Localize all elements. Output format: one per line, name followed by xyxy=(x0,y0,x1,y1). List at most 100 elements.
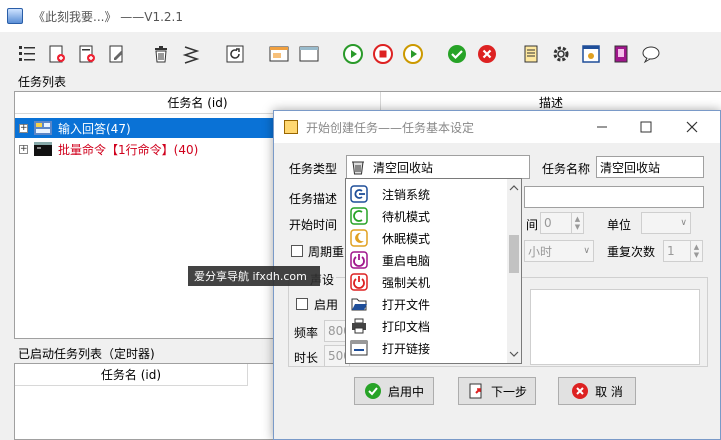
task-name-value: 清空回收站 xyxy=(600,160,661,175)
next-button[interactable]: 下一步 xyxy=(458,377,536,405)
chevron-down-icon: ∨ xyxy=(680,218,687,228)
window-icon[interactable] xyxy=(266,41,292,67)
notes-icon[interactable] xyxy=(518,41,544,67)
restart-icon xyxy=(350,251,368,269)
repeat-spinner[interactable]: ▲ ▼ xyxy=(690,241,702,261)
task-list-label: 任务列表 xyxy=(16,73,69,90)
hour-value: 小时 xyxy=(528,244,553,259)
enable-button-label: 启用中 xyxy=(387,384,424,399)
start-time-label: 开始时间 xyxy=(289,218,338,232)
dropdown-item-label: 强制关机 xyxy=(382,275,431,290)
duration-label: 时长 xyxy=(294,351,319,365)
edit-icon[interactable] xyxy=(104,41,130,67)
book-icon[interactable] xyxy=(608,41,634,67)
dropdown-item-label: 注销系统 xyxy=(382,187,431,202)
stop-icon[interactable] xyxy=(370,41,396,67)
interval-spinner[interactable]: ▲ ▼ xyxy=(571,213,583,233)
watermark: 爱分享导航 ifxdh.com xyxy=(188,266,320,286)
add-doc-red-icon[interactable] xyxy=(74,41,100,67)
unit-select[interactable]: ∨ xyxy=(641,212,691,234)
task-type-label: 任务类型 xyxy=(289,162,338,176)
dropdown-item-label: 休眠模式 xyxy=(382,231,431,246)
dropdown-item[interactable]: 待机模式 xyxy=(346,205,509,227)
unit-label: 单位 xyxy=(607,218,632,232)
dropdown-item[interactable]: 打印文档 xyxy=(346,315,509,337)
next-doc-icon xyxy=(469,383,482,399)
sound-text-area[interactable] xyxy=(530,289,700,365)
dropdown-item-label: 打开文件 xyxy=(382,297,431,312)
open-file-icon xyxy=(351,298,367,311)
scroll-down-icon[interactable] xyxy=(507,349,521,359)
dialog-title: 开始创建任务——任务基本设定 xyxy=(306,120,475,135)
interval-input[interactable]: 0 ▲ ▼ xyxy=(540,212,584,234)
dropdown-item[interactable]: 打开文件 xyxy=(346,293,509,315)
sound-enable-checkbox[interactable] xyxy=(296,298,308,310)
dropdown-scrollbar[interactable] xyxy=(507,179,521,363)
task-desc-input[interactable] xyxy=(524,186,704,208)
dropdown-item[interactable]: 打开链接 xyxy=(346,337,509,359)
chat-icon[interactable] xyxy=(638,41,664,67)
toolbar xyxy=(0,36,721,72)
repeat-value: 1 xyxy=(667,244,675,258)
delete-icon[interactable] xyxy=(148,41,174,67)
enable-button[interactable]: 启用中 xyxy=(354,377,434,405)
play-alt-icon[interactable] xyxy=(400,41,426,67)
play-icon[interactable] xyxy=(340,41,366,67)
cmd-task-icon xyxy=(34,142,52,156)
app-icon xyxy=(7,8,23,24)
cancel-icon[interactable] xyxy=(474,41,500,67)
close-icon[interactable] xyxy=(684,119,700,135)
dialog-titlebar: 开始创建任务——任务基本设定 xyxy=(274,111,720,143)
clear-icon[interactable] xyxy=(178,41,204,67)
freq-label: 频率 xyxy=(294,326,319,340)
dialog-icon xyxy=(284,120,298,134)
dropdown-item[interactable]: 休眠模式 xyxy=(346,227,509,249)
col-active-task-name[interactable]: 任务名 (id) xyxy=(15,364,247,386)
interval-value: 0 xyxy=(544,216,552,230)
dropdown-item[interactable]: 重启电脑 xyxy=(346,249,509,271)
cancel-button-label: 取 消 xyxy=(595,384,623,399)
maximize-icon[interactable] xyxy=(638,119,654,135)
minimize-icon[interactable] xyxy=(594,119,610,135)
recycle-bin-icon xyxy=(352,161,364,175)
cancel-x-icon xyxy=(572,383,589,399)
list-icon[interactable] xyxy=(14,41,40,67)
scroll-up-icon[interactable] xyxy=(507,183,521,193)
scrollbar-thumb[interactable] xyxy=(509,235,519,273)
interval-label: 间 xyxy=(526,218,539,232)
task-desc-label: 任务描述 xyxy=(289,192,338,206)
dropdown-item[interactable]: 注销系统 xyxy=(346,183,509,205)
next-button-label: 下一步 xyxy=(490,384,527,399)
task-type-select[interactable]: 清空回收站 xyxy=(346,155,530,179)
print-icon xyxy=(352,318,366,334)
expand-icon[interactable]: + xyxy=(19,144,28,154)
logoff-icon xyxy=(350,185,368,203)
refresh-icon[interactable] xyxy=(222,41,248,67)
hibernate-icon xyxy=(350,229,368,247)
task-name-input[interactable]: 清空回收站 xyxy=(596,156,704,178)
repeat-label: 重复次数 xyxy=(607,245,656,259)
window-title: 《此刻我要...》 ——V1.2.1 xyxy=(33,9,184,24)
active-list-label: 已启动任务列表（定时器) xyxy=(16,345,157,362)
periodic-label: 周期重 xyxy=(308,245,345,259)
dropdown-item[interactable]: 强制关机 xyxy=(346,271,509,293)
task-name-label: 任务名称 xyxy=(542,162,591,176)
sound-enable-label: 启用 xyxy=(314,298,339,312)
dropdown-item-label: 重启电脑 xyxy=(382,253,431,268)
dropdown-item-label: 打开链接 xyxy=(382,341,431,356)
periodic-checkbox[interactable] xyxy=(291,245,303,257)
ok-icon[interactable] xyxy=(444,41,470,67)
image-icon[interactable] xyxy=(578,41,604,67)
task-type-dropdown[interactable]: 注销系统 待机模式 休眠模式 重启电脑 强制关机 打开文件 打印文档 打开链接 xyxy=(345,178,522,364)
window-blank-icon[interactable] xyxy=(296,41,322,67)
hour-select[interactable]: 小时 ∨ xyxy=(524,240,594,262)
gear-icon[interactable] xyxy=(548,41,574,67)
main-titlebar: 《此刻我要...》 ——V1.2.1 xyxy=(0,0,721,32)
expand-icon[interactable]: + xyxy=(19,123,28,133)
cancel-button[interactable]: 取 消 xyxy=(558,377,636,405)
check-icon xyxy=(364,383,381,399)
repeat-input[interactable]: 1 ▲ ▼ xyxy=(663,240,703,262)
chevron-down-icon: ∨ xyxy=(583,246,590,256)
add-doc-icon[interactable] xyxy=(44,41,70,67)
dropdown-item-label: 打印文档 xyxy=(382,319,431,334)
